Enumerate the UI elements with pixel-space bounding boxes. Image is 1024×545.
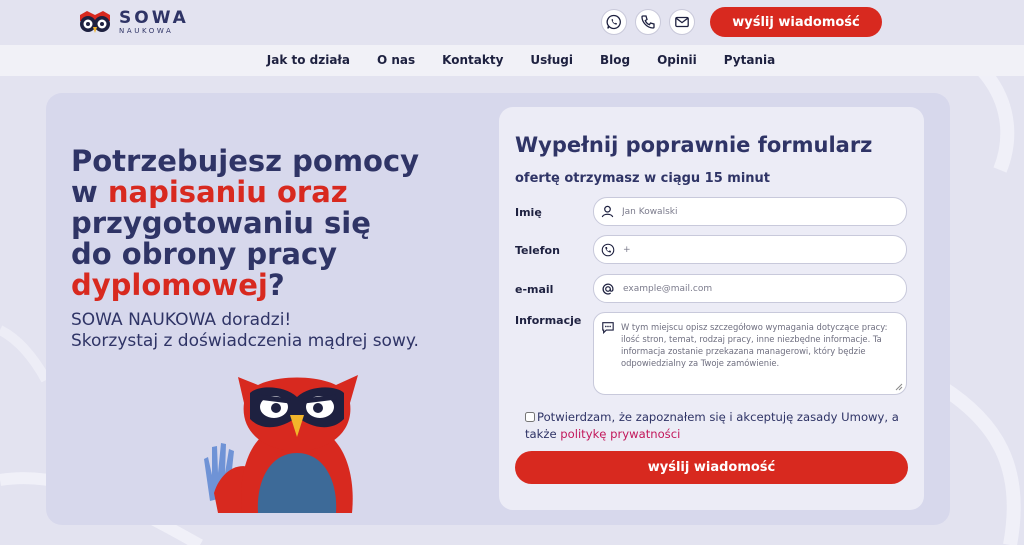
site-logo[interactable]: SOWA NAUKOWA [77,9,189,35]
hero-line-4: do obrony pracy [71,237,338,271]
phone-field-wrapper [593,235,907,264]
email-label: e-mail [515,283,554,296]
resize-grip-icon[interactable] [895,383,903,391]
nav-item-pytania[interactable]: Pytania [710,45,788,76]
phone-icon[interactable] [635,9,661,35]
header-send-message-button[interactable]: wyślij wiadomość [710,7,882,37]
hero-line-3: przygotowaniu się [71,206,371,240]
email-field-wrapper [593,274,907,303]
hero-subtitle: SOWA NAUKOWA doradzi! Skorzystaj z doświ… [71,310,491,352]
contact-form: Wypełnij poprawnie formularz ofertę otrz… [499,107,924,510]
mail-icon[interactable] [669,9,695,35]
hero-line-2-plain: w [71,175,108,209]
hero-line-5-plain: ? [267,268,285,302]
consent-row: Potwierdzam, że zapoznałem się i akceptu… [525,409,915,443]
phone-icon [601,243,615,256]
nav-item-kontakty[interactable]: Kontakty [429,45,517,76]
name-field-wrapper [593,197,907,226]
chat-bubble-icon [602,322,614,334]
nav-item-uslugi[interactable]: Usługi [517,45,587,76]
hero-line-5-accent: dyplomowej [71,268,268,302]
nav-item-jak-to-dziala[interactable]: Jak to działa [253,45,363,76]
nav-item-blog[interactable]: Blog [587,45,644,76]
hero-subtitle-line-2: Skorzystaj z doświadczenia mądrej sowy. [71,331,419,351]
privacy-policy-link[interactable]: politykę prywatności [560,427,680,441]
hero-heading: Potrzebujesz pomocy w napisaniu oraz prz… [71,146,491,301]
whatsapp-icon[interactable] [601,9,627,35]
submit-button[interactable]: wyślij wiadomość [515,451,908,484]
email-input[interactable] [623,283,893,294]
top-header: SOWA NAUKOWA wyślij wiadomość [0,0,1024,45]
user-icon [601,205,614,218]
form-title: Wypełnij poprawnie formularz [515,133,873,157]
contact-icons [601,9,695,35]
hero-line-1: Potrzebujesz pomocy [71,144,420,178]
nav-item-o-nas[interactable]: O nas [363,45,428,76]
phone-label: Telefon [515,244,560,257]
hero-line-2-accent: napisaniu oraz [107,175,348,209]
main-navigation: Jak to działa O nas Kontakty Usługi Blog… [0,45,1024,76]
info-textarea[interactable] [620,321,898,387]
phone-input[interactable] [623,244,893,255]
name-label: Imię [515,206,542,219]
hero-subtitle-line-1: SOWA NAUKOWA doradzi! [71,310,292,330]
form-subtitle: ofertę otrzymasz w ciągu 15 minut [515,171,771,186]
at-sign-icon [602,283,614,295]
consent-checkbox[interactable] [525,412,535,422]
logo-name: SOWA [119,7,189,28]
owl-mascot-illustration [204,375,358,513]
nav-item-opinii[interactable]: Opinii [644,45,711,76]
info-field-wrapper [593,312,907,395]
logo-tagline: NAUKOWA [119,26,174,35]
info-label: Informacje [515,314,582,327]
owl-logo-icon [80,11,110,33]
name-input[interactable] [622,206,892,217]
